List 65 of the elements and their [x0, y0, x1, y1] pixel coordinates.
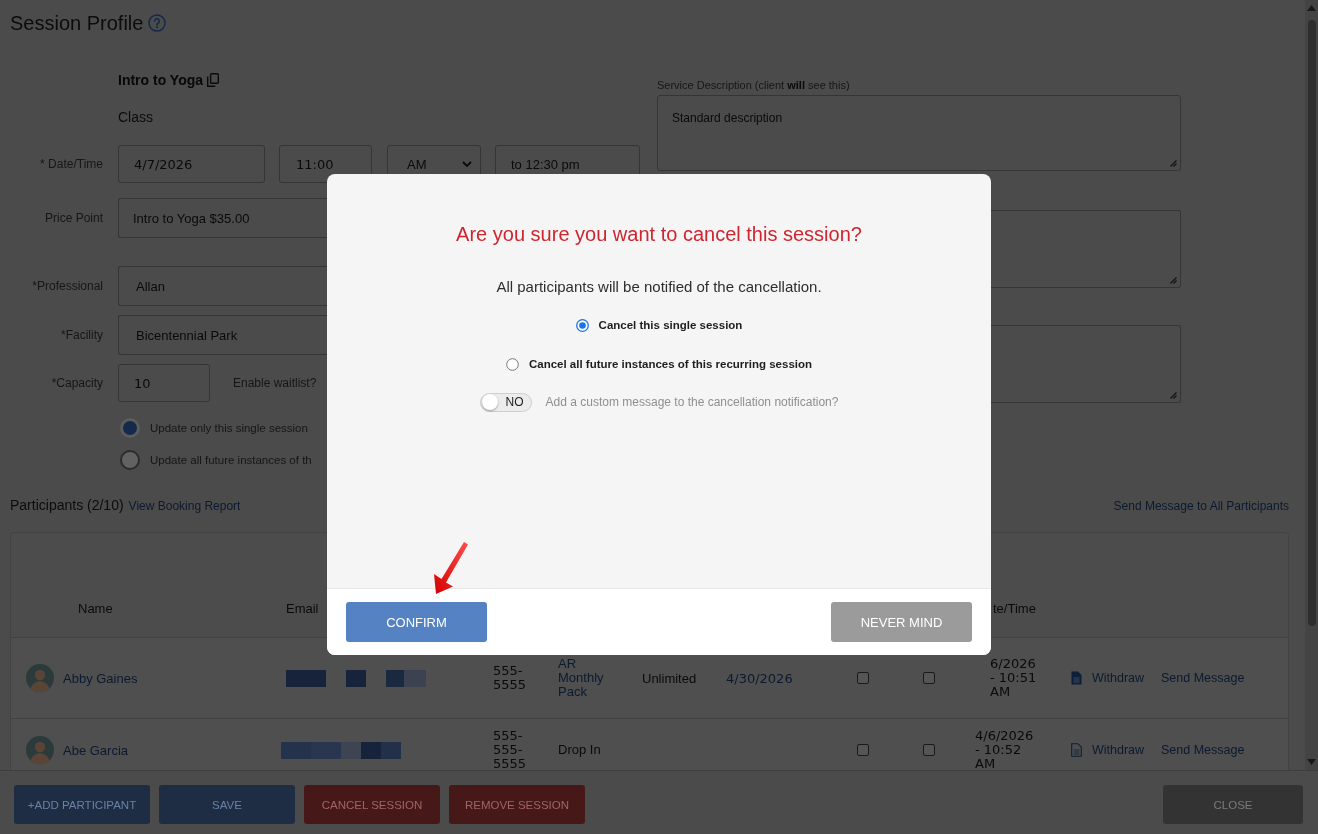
action-button[interactable]: CANCEL SESSION: [304, 785, 440, 824]
session-type: Class: [118, 108, 153, 127]
professional-field[interactable]: Allan: [118, 266, 327, 306]
withdraw-link[interactable]: Withdraw: [1092, 742, 1145, 758]
chevron-down-icon: [462, 161, 472, 167]
column-header[interactable]: Email: [286, 601, 319, 617]
booking-date-time: 4/6/2026 - 10:52 AM: [975, 729, 1035, 770]
option-label: Cancel all future instances of this recurring session: [528, 358, 813, 370]
text-area[interactable]: Standard description: [657, 95, 1181, 171]
close-button[interactable]: CLOSE: [1163, 785, 1303, 824]
toggle-knob[interactable]: [481, 394, 498, 410]
send-message-link[interactable]: Send Message: [1161, 742, 1245, 758]
withdraw-link[interactable]: Withdraw: [1092, 670, 1145, 686]
dialog-message: All participants will be notified of the cancellation.: [496, 277, 822, 297]
page-title: Session Profile: [10, 11, 144, 36]
option-label: Cancel this single session: [598, 319, 743, 331]
pass-name: Drop In: [558, 743, 601, 757]
document-icon[interactable]: [1071, 671, 1082, 685]
resize-grip-icon[interactable]: [1169, 159, 1177, 167]
radio-button[interactable]: [120, 418, 140, 438]
checkbox[interactable]: [923, 672, 935, 684]
cancel-button[interactable]: NEVER MIND: [831, 602, 972, 642]
radio-button[interactable]: [505, 357, 519, 371]
phone-number: 555-5555: [493, 664, 527, 692]
section-title: Participants (2/10): [10, 496, 124, 515]
radio-button[interactable]: [575, 318, 589, 332]
document-icon[interactable]: [1071, 743, 1082, 757]
confirm-button[interactable]: CONFIRM: [346, 602, 487, 642]
checkbox[interactable]: [857, 744, 869, 756]
price-point-field[interactable]: Intro to Yoga $35.00: [118, 198, 327, 238]
participant-name-link[interactable]: Abe Garcia: [63, 742, 129, 758]
dialog-title: Are you sure you want to cancel this session?: [456, 222, 862, 247]
pass-link[interactable]: AR Monthly Pack: [558, 657, 620, 699]
copy-icon[interactable]: [207, 73, 220, 87]
checkbox[interactable]: [857, 672, 869, 684]
action-button[interactable]: +ADD PARTICIPANT: [14, 785, 150, 824]
resize-grip-icon[interactable]: [1169, 276, 1177, 284]
message-all-link[interactable]: Send Message to All Participants: [1113, 499, 1289, 514]
help-icon[interactable]: [148, 14, 167, 32]
capacity-field[interactable]: 10: [118, 364, 210, 402]
action-button[interactable]: SAVE: [159, 785, 295, 824]
scrollbar[interactable]: [1305, 0, 1318, 770]
column-header[interactable]: te/Time: [993, 601, 1036, 617]
column-header[interactable]: Name: [78, 601, 113, 617]
avatar-icon: [26, 664, 54, 692]
annotation-arrow-icon: [433, 541, 469, 595]
scroll-down-icon[interactable]: [1307, 759, 1316, 765]
visits-remaining: Unlimited: [642, 670, 697, 686]
facility-field[interactable]: Bicentennial Park: [118, 315, 327, 355]
send-message-link[interactable]: Send Message: [1161, 670, 1245, 686]
checkbox[interactable]: [923, 744, 935, 756]
booking-report-link[interactable]: View Booking Report: [128, 499, 241, 514]
radio-button[interactable]: [120, 450, 140, 470]
booking-date-time: 6/2026 - 10:51 AM: [990, 657, 1038, 699]
date-field[interactable]: 4/7/2026: [118, 145, 265, 183]
toggle-label: Add a custom message to the cancellation notification?: [545, 395, 839, 409]
avatar-icon: [26, 736, 54, 764]
action-button[interactable]: REMOVE SESSION: [449, 785, 585, 824]
resize-grip-icon[interactable]: [1169, 391, 1177, 399]
participant-name-link[interactable]: Abby Gaines: [63, 670, 138, 686]
scroll-up-icon[interactable]: [1307, 5, 1316, 11]
expiry-date-link[interactable]: 4/30/2026: [726, 670, 793, 686]
toggle-switch[interactable]: NO: [479, 392, 532, 412]
session-name: Intro to Yoga: [118, 72, 204, 88]
phone-number: 555-555-5555: [493, 729, 527, 770]
